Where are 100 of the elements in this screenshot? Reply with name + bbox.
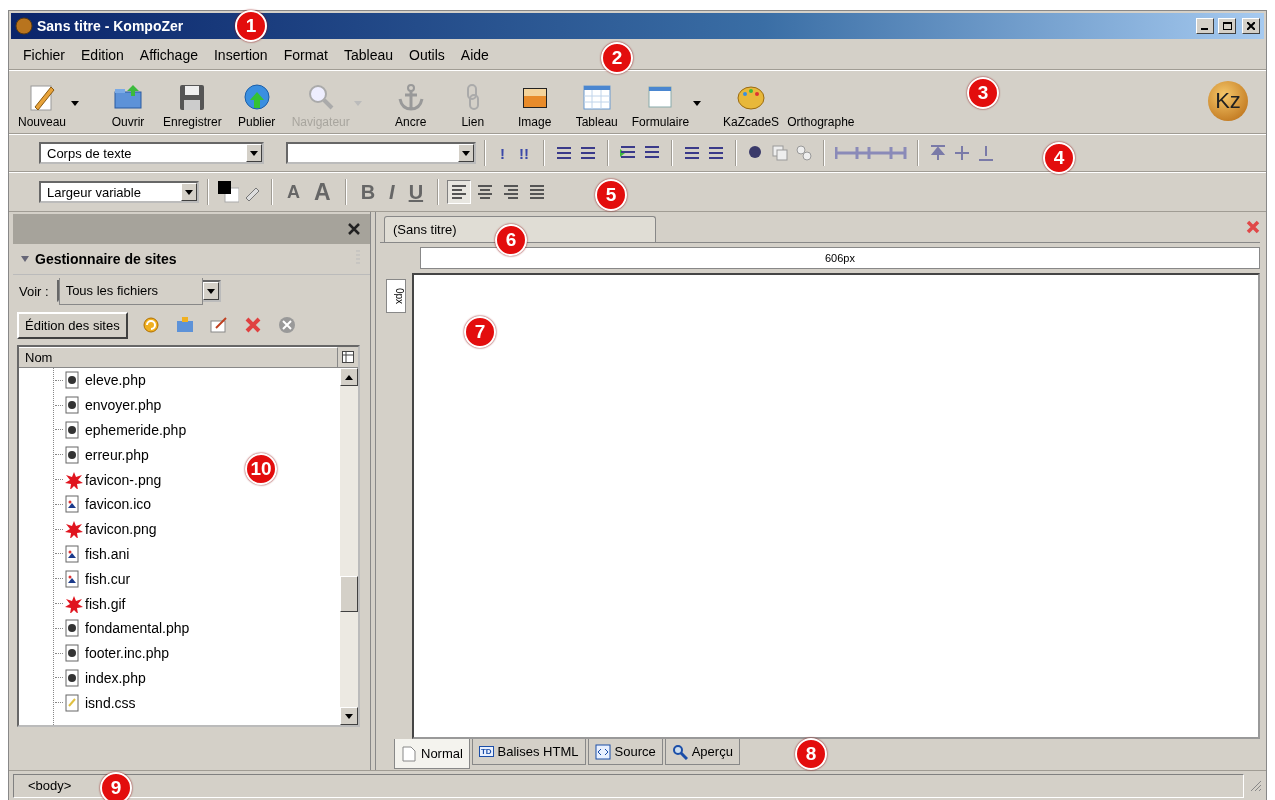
file-name[interactable]: favicon.ico — [85, 496, 152, 513]
caret-icon — [250, 150, 258, 156]
callout-marker: 8 — [795, 738, 827, 770]
delete-icon — [243, 316, 262, 334]
view-tab[interactable]: Source — [587, 739, 663, 765]
caret-icon — [185, 189, 193, 195]
align-right-icon — [502, 183, 521, 201]
file-name[interactable]: erreur.php — [85, 446, 149, 463]
minimize-button[interactable] — [1196, 18, 1214, 34]
toolbar-button[interactable]: Nouveau — [13, 79, 67, 131]
view-select[interactable]: Tous les fichiers — [56, 280, 221, 302]
close-button[interactable] — [1242, 18, 1260, 34]
align-center-icon — [476, 183, 495, 201]
globe-icon — [241, 83, 272, 111]
close-icon — [348, 223, 360, 235]
caret-icon — [462, 150, 470, 156]
bullet-list-icon — [579, 144, 597, 162]
app-logo: Kz — [1208, 81, 1248, 121]
caret-icon — [693, 100, 702, 106]
align-justify-icon — [528, 183, 547, 201]
toolbar-button[interactable]: Ouvrir — [97, 79, 159, 131]
text-style-button[interactable]: U — [402, 178, 430, 206]
page-icon — [401, 745, 417, 762]
layers-icon — [771, 144, 789, 162]
close-tab-button[interactable] — [1246, 220, 1260, 234]
menu-item[interactable]: Format — [275, 45, 336, 65]
file-name[interactable]: fish.cur — [85, 570, 131, 587]
toolbar-button[interactable]: Tableau — [565, 79, 628, 131]
callout-marker: 3 — [967, 77, 999, 109]
collapse-triangle-icon[interactable] — [21, 256, 29, 262]
window-title: Sans titre - KompoZer — [37, 18, 184, 34]
magnifier-icon — [671, 743, 688, 760]
emphasis-button[interactable]: !! — [513, 142, 535, 164]
toolbar-button[interactable]: Publier — [225, 79, 288, 131]
view-tab[interactable]: TD Balises HTML — [471, 739, 586, 765]
file-name[interactable]: isnd.css — [85, 694, 136, 711]
refresh-icon — [141, 316, 160, 334]
text-style-button[interactable]: B — [354, 178, 382, 206]
menu-item[interactable]: Insertion — [205, 45, 276, 65]
file-name[interactable]: eleve.php — [85, 372, 146, 389]
callout-marker: 2 — [601, 42, 633, 74]
toolbar-button[interactable]: Lien — [441, 79, 504, 131]
toolbar-button[interactable]: Enregistrer — [159, 79, 226, 131]
menu-item[interactable]: Affichage — [131, 45, 206, 65]
edit-button[interactable] — [207, 314, 230, 336]
callout-marker: 4 — [1043, 142, 1075, 174]
linked-shapes-icon — [795, 144, 813, 162]
scroll-up-icon — [345, 374, 353, 380]
toolbar-button[interactable]: Image — [503, 79, 566, 131]
spacing-arrows-icon — [835, 144, 907, 162]
file-name[interactable]: favicon.png — [85, 521, 157, 538]
panel-title: Gestionnaire de sites — [35, 251, 177, 267]
toolbar-button[interactable]: Orthographe — [783, 79, 859, 131]
maximize-button[interactable] — [1218, 18, 1236, 34]
file-name[interactable]: fish.gif — [85, 595, 126, 612]
font-size-button[interactable]: A — [308, 176, 337, 208]
text-style-button[interactable]: I — [383, 178, 401, 206]
splat-icon — [65, 470, 83, 489]
column-picker-icon[interactable] — [342, 351, 354, 363]
emphasis-button[interactable]: ! — [494, 142, 511, 164]
close-icon — [1247, 22, 1255, 30]
file-name[interactable]: fondamental.php — [85, 620, 190, 637]
color-swatch-icon[interactable] — [217, 180, 239, 204]
menu-item[interactable]: Tableau — [336, 45, 402, 65]
horizontal-ruler: 606px — [420, 247, 1260, 269]
align-middle-icon — [953, 144, 971, 162]
file-name[interactable]: footer.inc.php — [85, 645, 170, 662]
numbered-list-icon — [555, 144, 573, 162]
splat-icon — [65, 594, 83, 613]
callout-marker: 5 — [595, 179, 627, 211]
file-name[interactable]: favicon-.png — [85, 471, 162, 488]
file-name[interactable]: index.php — [85, 669, 146, 686]
menu-item[interactable]: Outils — [401, 45, 453, 65]
edit-sites-button[interactable]: Édition des sites — [17, 311, 128, 339]
align-bottom-icon — [977, 144, 995, 162]
close-panel-button[interactable] — [348, 223, 360, 235]
file-name[interactable]: ephemeride.php — [85, 422, 187, 438]
toolbar-button[interactable]: Ancre — [379, 79, 442, 131]
align-button[interactable] — [447, 180, 472, 204]
view-tab[interactable]: Normal — [394, 739, 470, 769]
callout-marker: 9 — [100, 772, 132, 800]
caret-icon — [206, 288, 215, 294]
view-tab[interactable]: Aperçu — [664, 739, 740, 765]
font-size-button[interactable]: A — [281, 179, 306, 205]
menu-item[interactable]: Edition — [73, 45, 132, 65]
scrollbar-thumb[interactable] — [340, 576, 358, 612]
file-name[interactable]: fish.ani — [85, 545, 130, 562]
caret-icon — [353, 100, 362, 106]
menu-item[interactable]: Aide — [452, 45, 497, 65]
toolbar-button[interactable]: Formulaire — [627, 79, 690, 131]
folder-icon — [113, 83, 143, 111]
menu-item[interactable]: Fichier — [15, 45, 73, 65]
caret-icon — [71, 100, 79, 106]
width-select[interactable]: Largeur variable — [39, 181, 199, 203]
paragraph-style-select[interactable]: Corps de texte — [39, 142, 264, 164]
toolbar-button[interactable]: KaZcadeS — [719, 79, 784, 131]
align-right-lines-icon — [707, 144, 725, 162]
align-left-icon — [450, 183, 469, 201]
pencil-page-icon — [27, 83, 57, 111]
file-name[interactable]: envoyer.php — [85, 397, 162, 414]
